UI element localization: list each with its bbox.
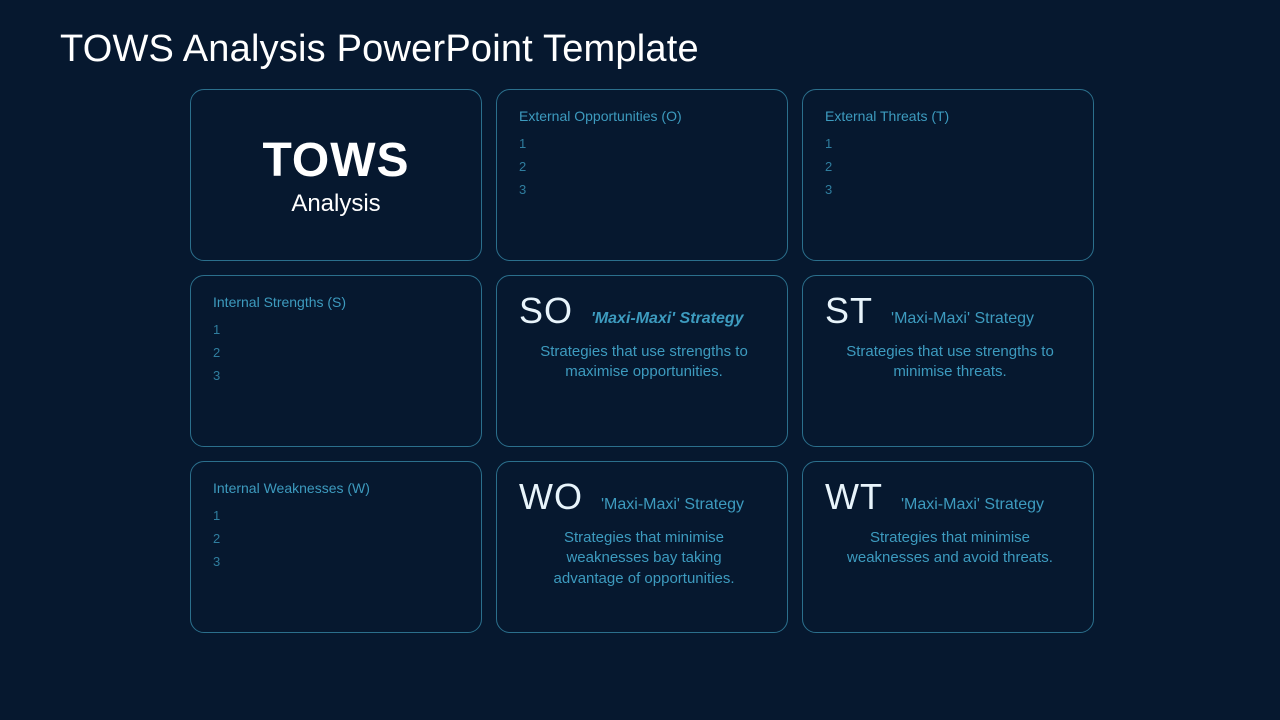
- strategy-head: WT 'Maxi-Maxi' Strategy: [825, 476, 1075, 518]
- strategy-code: WO: [519, 476, 583, 518]
- internal-weaknesses-cell: Internal Weaknesses (W) 1 2 3: [190, 461, 482, 633]
- list-item: 3: [213, 554, 463, 569]
- strategy-head: ST 'Maxi-Maxi' Strategy: [825, 290, 1075, 332]
- strategy-head: SO 'Maxi-Maxi' Strategy: [519, 290, 769, 332]
- list-item: 2: [213, 345, 463, 360]
- strategy-code: WT: [825, 476, 883, 518]
- strategy-label: 'Maxi-Maxi' Strategy: [601, 496, 744, 514]
- strategy-desc: Strategies that use strengths to maximis…: [519, 342, 769, 383]
- strategy-label: 'Maxi-Maxi' Strategy: [591, 310, 744, 328]
- list-item: 3: [825, 182, 1075, 197]
- factor-title: Internal Weaknesses (W): [213, 480, 463, 496]
- internal-strengths-cell: Internal Strengths (S) 1 2 3: [190, 275, 482, 447]
- list-item: 2: [519, 159, 769, 174]
- strategy-desc: Strategies that use strengths to minimis…: [825, 342, 1075, 383]
- external-opportunities-cell: External Opportunities (O) 1 2 3: [496, 89, 788, 261]
- tows-matrix: TOWS Analysis External Opportunities (O)…: [190, 89, 1220, 633]
- factor-title: External Opportunities (O): [519, 108, 769, 124]
- strategy-code: ST: [825, 290, 873, 332]
- list-item: 3: [213, 368, 463, 383]
- strategy-desc: Strategies that minimise weaknesses bay …: [519, 528, 769, 589]
- corner-big: TOWS: [262, 133, 409, 188]
- list-item: 3: [519, 182, 769, 197]
- slide: TOWS Analysis PowerPoint Template TOWS A…: [0, 0, 1280, 720]
- factor-list: 1 2 3: [519, 136, 769, 197]
- factor-title: Internal Strengths (S): [213, 294, 463, 310]
- corner-title-cell: TOWS Analysis: [190, 89, 482, 261]
- so-strategy-cell: SO 'Maxi-Maxi' Strategy Strategies that …: [496, 275, 788, 447]
- st-strategy-cell: ST 'Maxi-Maxi' Strategy Strategies that …: [802, 275, 1094, 447]
- strategy-label: 'Maxi-Maxi' Strategy: [901, 496, 1044, 514]
- corner-sub: Analysis: [291, 190, 380, 218]
- wt-strategy-cell: WT 'Maxi-Maxi' Strategy Strategies that …: [802, 461, 1094, 633]
- list-item: 1: [825, 136, 1075, 151]
- factor-list: 1 2 3: [825, 136, 1075, 197]
- wo-strategy-cell: WO 'Maxi-Maxi' Strategy Strategies that …: [496, 461, 788, 633]
- strategy-desc: Strategies that minimise weaknesses and …: [825, 528, 1075, 569]
- factor-list: 1 2 3: [213, 508, 463, 569]
- strategy-head: WO 'Maxi-Maxi' Strategy: [519, 476, 769, 518]
- factor-list: 1 2 3: [213, 322, 463, 383]
- list-item: 1: [213, 322, 463, 337]
- list-item: 1: [519, 136, 769, 151]
- strategy-label: 'Maxi-Maxi' Strategy: [891, 310, 1034, 328]
- slide-title: TOWS Analysis PowerPoint Template: [60, 28, 1220, 71]
- external-threats-cell: External Threats (T) 1 2 3: [802, 89, 1094, 261]
- list-item: 2: [213, 531, 463, 546]
- list-item: 2: [825, 159, 1075, 174]
- list-item: 1: [213, 508, 463, 523]
- strategy-code: SO: [519, 290, 573, 332]
- factor-title: External Threats (T): [825, 108, 1075, 124]
